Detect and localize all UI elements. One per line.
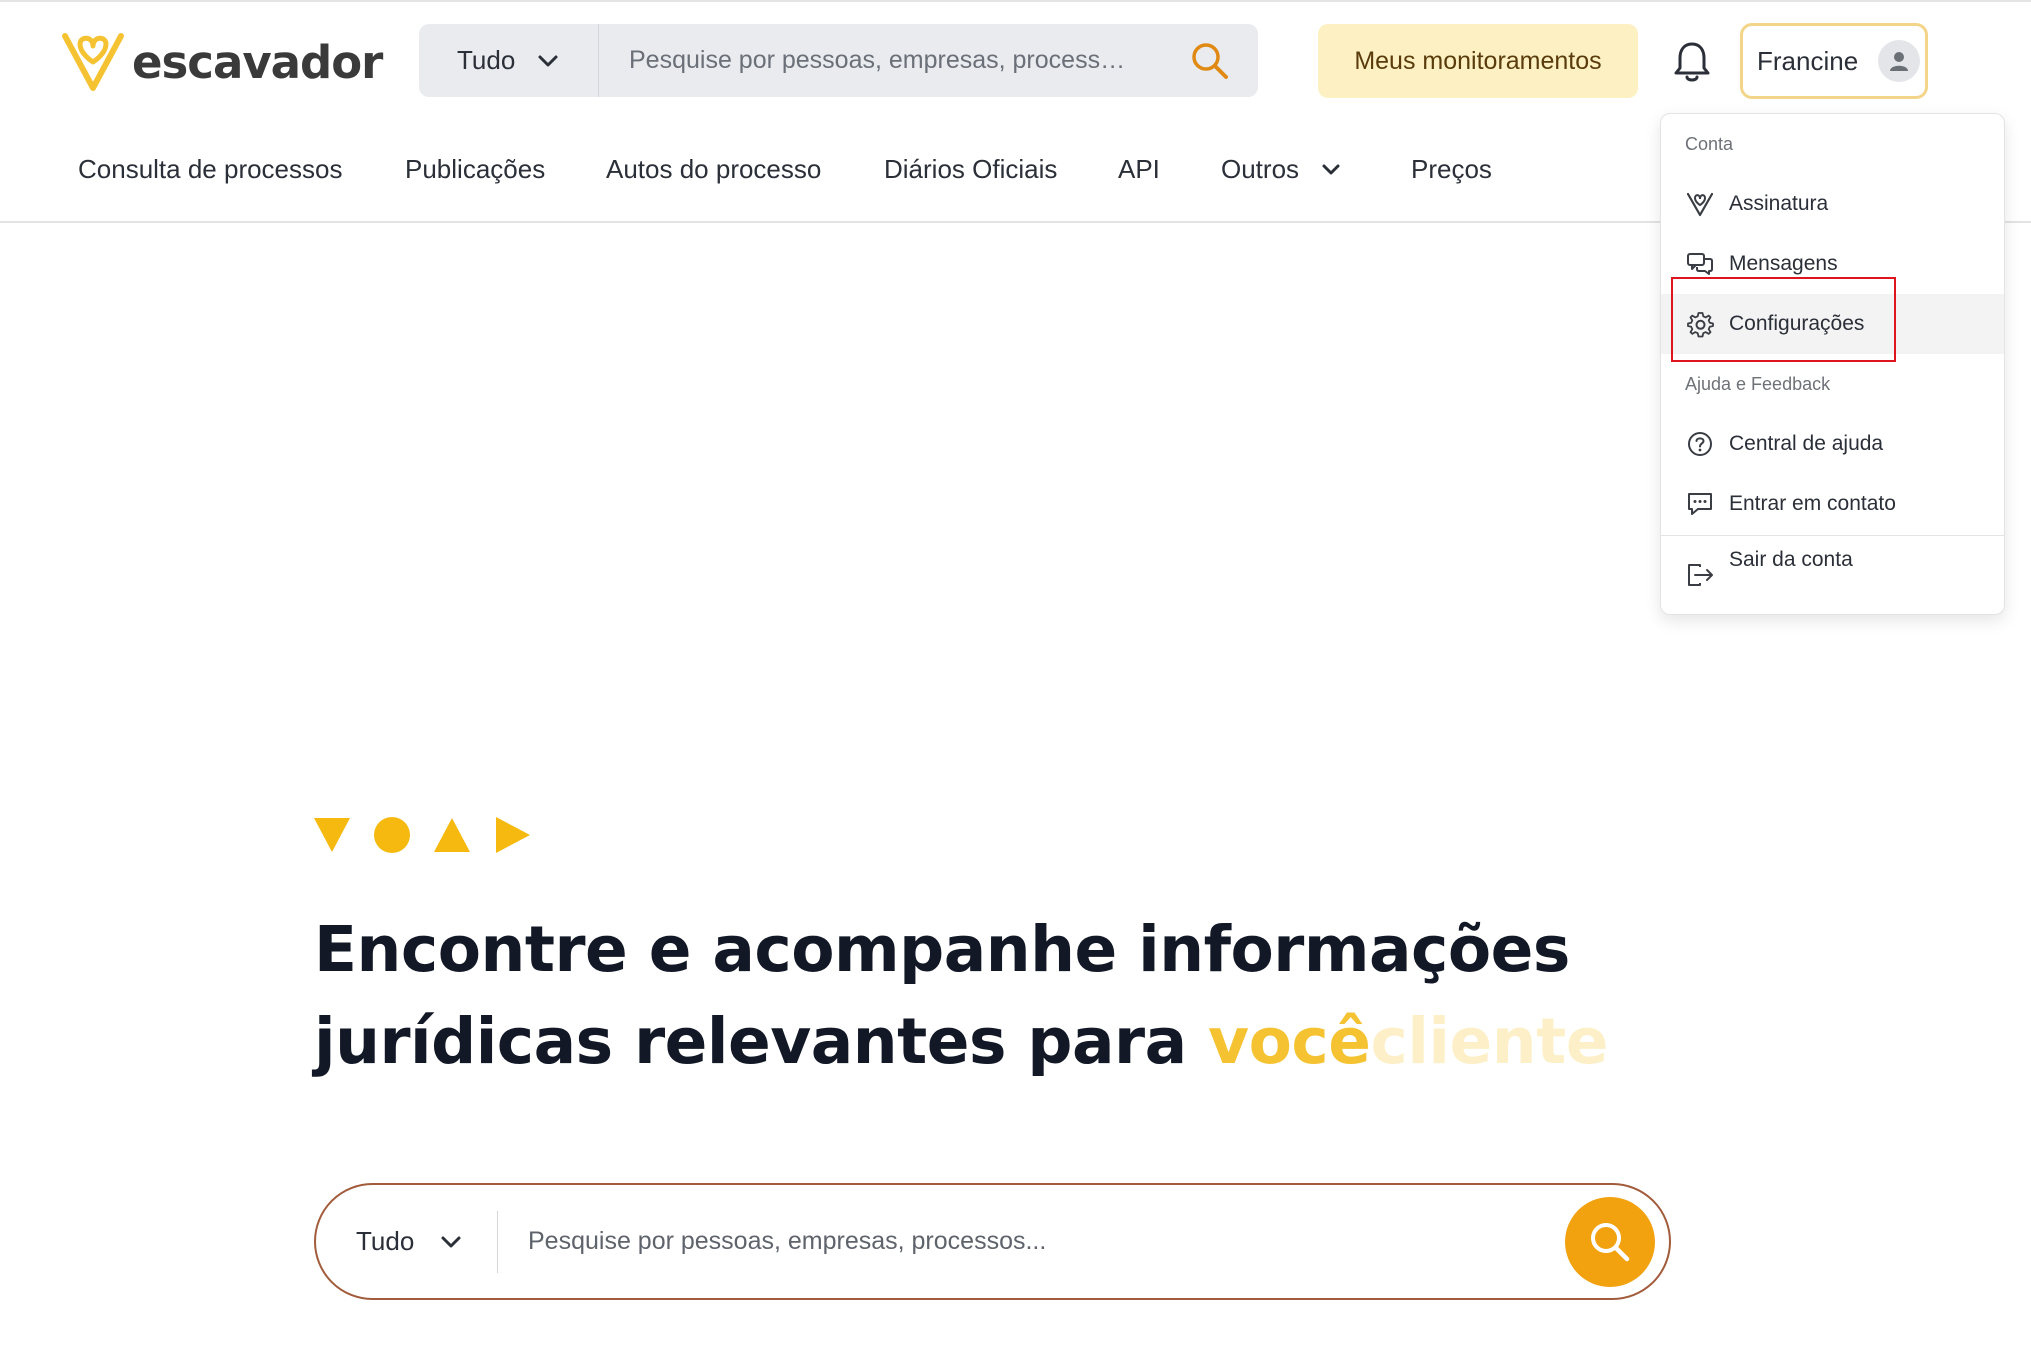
chevron-down-icon xyxy=(441,1236,461,1247)
menu-item-assinatura[interactable]: Assinatura xyxy=(1661,174,2004,234)
search-icon xyxy=(1192,42,1228,79)
hero-title-accent-fading: cliente xyxy=(1370,1005,1608,1078)
header-search-input[interactable] xyxy=(599,24,1162,97)
main-nav: Consulta de processos Publicações Autos … xyxy=(0,130,1660,210)
menu-item-label: Central de ajuda xyxy=(1729,432,1884,455)
nav-item-consulta-de-processos[interactable]: Consulta de processos xyxy=(78,154,342,185)
menu-item-mensagens[interactable]: Mensagens xyxy=(1661,234,2004,294)
nav-item-label: Outros xyxy=(1221,154,1300,184)
nav-item-api[interactable]: API xyxy=(1118,154,1160,185)
hero-search-bar: Tudo xyxy=(314,1183,1671,1300)
decorative-shapes xyxy=(314,817,530,853)
menu-item-label: Sair da conta xyxy=(1729,548,1853,571)
menu-item-central-de-ajuda[interactable]: Central de ajuda xyxy=(1661,414,2004,474)
menu-item-configuracoes[interactable]: Configurações xyxy=(1661,294,2004,354)
escavador-logo-icon xyxy=(62,33,124,91)
nav-item-label: Publicações xyxy=(405,154,546,184)
user-dropdown-menu: Conta Assinatura Mensagens Configurações… xyxy=(1660,113,2005,615)
hero-search-scope-label: Tudo xyxy=(356,1226,415,1256)
header-search-scope-label: Tudo xyxy=(457,45,516,75)
nav-item-autos-do-processo[interactable]: Autos do processo xyxy=(606,154,821,185)
nav-item-label: Diários Oficiais xyxy=(884,154,1058,184)
logo-text: escavador xyxy=(132,35,383,89)
badge-v-icon xyxy=(1685,189,1715,219)
triangle-right-icon xyxy=(496,817,530,853)
header-search-button[interactable] xyxy=(1162,24,1258,97)
menu-section-title-conta: Conta xyxy=(1685,134,1734,154)
circle-icon xyxy=(374,817,410,853)
nav-item-label: Consulta de processos xyxy=(78,154,343,184)
help-circle-icon xyxy=(1685,429,1715,459)
nav-item-label: Autos do processo xyxy=(606,154,822,184)
user-menu-button[interactable]: Francine xyxy=(1740,23,1928,99)
search-icon xyxy=(1591,1222,1630,1261)
nav-item-diarios-oficiais[interactable]: Diários Oficiais xyxy=(884,154,1057,185)
nav-item-outros[interactable]: Outros xyxy=(1221,154,1341,185)
top-border xyxy=(0,0,2031,2)
hero-search-button[interactable] xyxy=(1565,1196,1655,1287)
page: escavador Tudo Meus monitoramentos Franc… xyxy=(0,0,2031,1356)
chevron-down-icon xyxy=(538,55,558,66)
chevron-down-icon xyxy=(1322,164,1340,175)
nav-item-label: API xyxy=(1118,154,1160,184)
header-search-bar: Tudo xyxy=(419,24,1258,97)
triangle-down-icon xyxy=(314,818,350,852)
menu-item-label: Entrar em contato xyxy=(1729,492,1896,515)
menu-item-sair-da-conta[interactable]: Sair da conta xyxy=(1661,542,2004,598)
hero-title: Encontre e acompanhe informações jurídic… xyxy=(314,904,1654,1088)
message-dots-icon xyxy=(1685,489,1715,519)
menu-item-label: Mensagens xyxy=(1729,252,1838,275)
nav-item-precos[interactable]: Preços xyxy=(1411,154,1492,185)
header-search-scope-select[interactable]: Tudo xyxy=(419,24,599,97)
nav-item-publicacoes[interactable]: Publicações xyxy=(405,154,545,185)
nav-item-label: Preços xyxy=(1411,154,1492,184)
menu-section-title-ajuda: Ajuda e Feedback xyxy=(1685,374,1831,394)
hero-search-input[interactable] xyxy=(498,1185,1565,1298)
hero-title-line2: jurídicas relevantes para xyxy=(314,1005,1187,1078)
logo[interactable]: escavador xyxy=(60,30,383,94)
hero-title-line1: Encontre e acompanhe informações xyxy=(314,913,1570,986)
user-name: Francine xyxy=(1757,45,1859,76)
bell-icon[interactable] xyxy=(1672,40,1712,84)
menu-item-label: Configurações xyxy=(1729,312,1865,335)
menu-divider xyxy=(1661,535,2004,536)
triangle-up-icon xyxy=(434,818,470,852)
my-monitorings-button[interactable]: Meus monitoramentos xyxy=(1318,24,1638,98)
hero-title-accent: você xyxy=(1208,1005,1371,1078)
gear-icon xyxy=(1685,309,1715,339)
logout-icon xyxy=(1685,560,1715,590)
hero-search-scope-select[interactable]: Tudo xyxy=(316,1210,498,1273)
chat-bubbles-icon xyxy=(1685,249,1715,279)
menu-item-entrar-em-contato[interactable]: Entrar em contato xyxy=(1661,474,2004,534)
user-avatar-icon xyxy=(1878,40,1921,82)
menu-item-label: Assinatura xyxy=(1729,192,1829,215)
